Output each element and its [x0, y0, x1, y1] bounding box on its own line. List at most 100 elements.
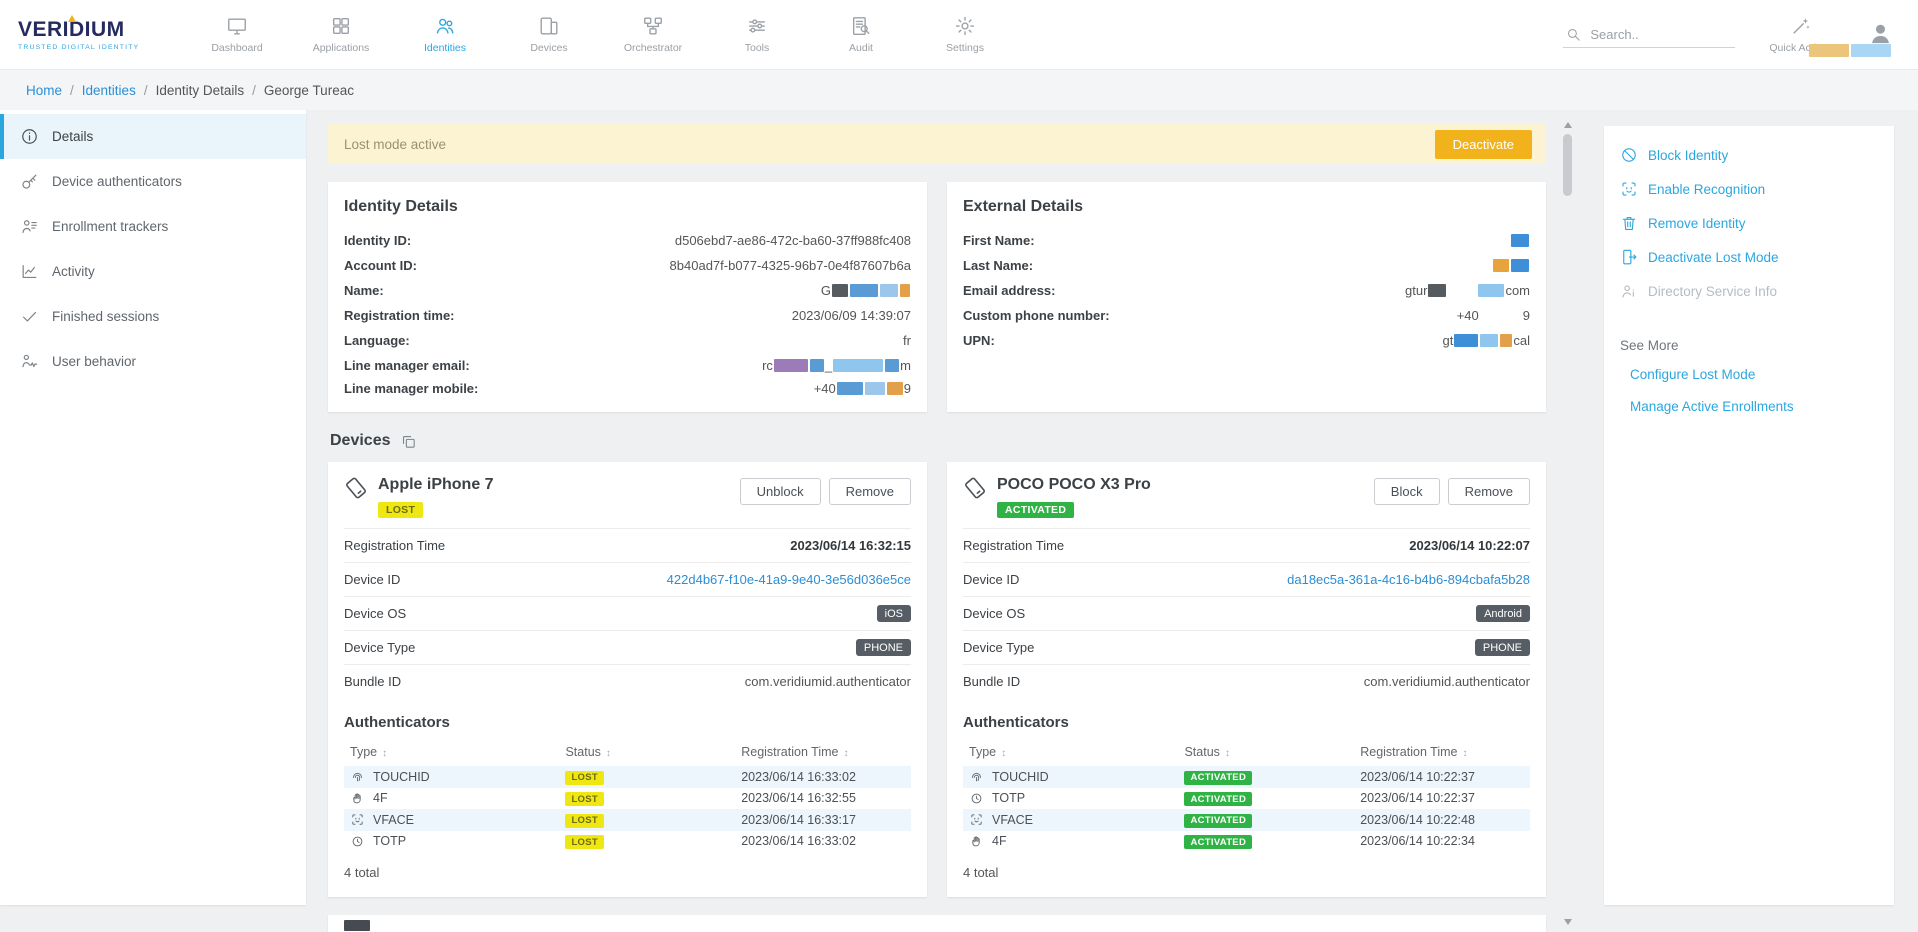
- field-row: Identity ID:d506ebd7-ae86-472c-ba60-37ff…: [328, 228, 927, 253]
- scrollbar-thumb[interactable]: [1563, 134, 1572, 196]
- devices-icon: [538, 15, 560, 37]
- nav-item-devices[interactable]: Devices: [518, 15, 580, 54]
- authenticator-row: TOUCHID LOST 2023/06/14 16:33:02: [344, 766, 911, 788]
- redacted-user-info: [1808, 44, 1892, 57]
- action-block-identity[interactable]: Block Identity: [1620, 138, 1878, 172]
- sidebar-item-label: Device authenticators: [52, 174, 182, 189]
- directory-icon: [1620, 282, 1638, 300]
- field-row: Line manager email:rc_m: [328, 353, 927, 378]
- authenticator-row: VFACE LOST 2023/06/14 16:33:17: [344, 809, 911, 831]
- device-field-row: Device TypePHONE: [344, 630, 911, 664]
- nav-item-settings[interactable]: Settings: [934, 15, 996, 54]
- account-id-value: 8b40ad7f-b077-4325-96b7-0e4f87607b6a: [670, 258, 911, 273]
- field-row: UPN:gtcal: [947, 328, 1546, 353]
- nav-label: Applications: [313, 42, 370, 54]
- remove-device-button[interactable]: Remove: [1448, 478, 1530, 505]
- external-details-card: External Details First Name: Last Name: …: [947, 182, 1546, 412]
- action-label: Directory Service Info: [1648, 284, 1777, 299]
- main-scrollbar[interactable]: [1562, 122, 1574, 925]
- column-header-type[interactable]: Type: [344, 741, 559, 766]
- sidebar-item-enrollment-trackers[interactable]: Enrollment trackers: [0, 204, 306, 249]
- manage-active-enrollments-link[interactable]: Manage Active Enrollments: [1630, 399, 1878, 414]
- sidebar-item-finished-sessions[interactable]: Finished sessions: [0, 294, 306, 339]
- sort-icon: [377, 745, 387, 759]
- enrollment-icon: [20, 217, 39, 236]
- veridium-logo[interactable]: VERIDIUM TRUSTED DIGITAL IDENTITY: [18, 18, 170, 51]
- email-address-redacted: gturcom: [1405, 283, 1530, 298]
- column-header-registration-time[interactable]: Registration Time: [1354, 741, 1530, 766]
- block-device-button[interactable]: Block: [1374, 478, 1440, 505]
- copy-icon[interactable]: [400, 433, 417, 450]
- nav-label: Tools: [745, 42, 770, 54]
- dashboard-icon: [226, 15, 248, 37]
- name-value-redacted: G: [821, 283, 911, 298]
- nav-item-audit[interactable]: Audit: [830, 15, 892, 54]
- field-row: Custom phone number:+409: [947, 303, 1546, 328]
- sidebar-item-details[interactable]: Details: [0, 114, 306, 159]
- authenticator-row: 4F LOST 2023/06/14 16:32:55: [344, 788, 911, 810]
- column-header-status[interactable]: Status: [559, 741, 735, 766]
- search-box[interactable]: [1563, 22, 1735, 48]
- custom-phone-redacted: +409: [1457, 308, 1530, 323]
- block-icon: [1620, 146, 1638, 164]
- nav-label: Orchestrator: [624, 42, 682, 54]
- device-id-link[interactable]: da18ec5a-361a-4c16-b4b6-894cbafa5b28: [1287, 572, 1530, 587]
- tools-icon: [746, 15, 768, 37]
- nav-item-identities[interactable]: Identities: [414, 15, 476, 54]
- devices-section-header: Devices: [330, 432, 1546, 450]
- action-remove-identity[interactable]: Remove Identity: [1620, 206, 1878, 240]
- unblock-device-button[interactable]: Unblock: [740, 478, 821, 505]
- breadcrumb-separator: /: [144, 83, 148, 98]
- sidebar-item-label: Activity: [52, 264, 95, 279]
- fingerprint-icon: [350, 769, 365, 784]
- authenticators-title: Authenticators: [947, 698, 1546, 741]
- column-header-registration-time[interactable]: Registration Time: [735, 741, 911, 766]
- device-field-row: Bundle IDcom.veridiumid.authenticator: [963, 664, 1530, 698]
- scroll-up-arrow[interactable]: [1564, 122, 1572, 128]
- action-enable-recognition[interactable]: Enable Recognition: [1620, 172, 1878, 206]
- device-id-link[interactable]: 422d4b67-f10e-41a9-9e40-3e56d036e5ce: [667, 572, 911, 587]
- sidebar-item-label: Enrollment trackers: [52, 219, 168, 234]
- magic-wand-icon: [1790, 15, 1812, 37]
- field-row: Last Name:: [947, 253, 1546, 278]
- breadcrumb-identities[interactable]: Identities: [82, 83, 136, 98]
- auth-status-badge: LOST: [565, 835, 604, 849]
- device-card-apple-iphone-7: Apple iPhone 7 LOST Unblock Remove Regis…: [328, 462, 927, 897]
- lost-mode-icon: [1620, 248, 1638, 266]
- device-field-row: Device IDda18ec5a-361a-4c16-b4b6-894cbaf…: [963, 562, 1530, 596]
- authenticators-table: Type Status Registration Time TOUCHID AC…: [963, 741, 1530, 852]
- configure-lost-mode-link[interactable]: Configure Lost Mode: [1630, 367, 1878, 382]
- face-scan-icon: [969, 812, 984, 827]
- nav-label: Devices: [530, 42, 567, 54]
- settings-gear-icon: [954, 15, 976, 37]
- sidebar-item-activity[interactable]: Activity: [0, 249, 306, 294]
- external-details-title: External Details: [947, 182, 1546, 228]
- authenticator-row: VFACE ACTIVATED 2023/06/14 10:22:48: [963, 809, 1530, 831]
- identity-details-card: Identity Details Identity ID:d506ebd7-ae…: [328, 182, 927, 412]
- action-deactivate-lost-mode[interactable]: Deactivate Lost Mode: [1620, 240, 1878, 274]
- sort-icon: [1220, 745, 1230, 759]
- deactivate-button[interactable]: Deactivate: [1435, 130, 1532, 159]
- lost-mode-banner: Lost mode active Deactivate: [328, 124, 1546, 164]
- check-icon: [20, 307, 39, 326]
- field-row: Email address:gturcom: [947, 278, 1546, 303]
- action-label: Block Identity: [1648, 148, 1728, 163]
- main-nav: Dashboard Applications Identities Device…: [206, 15, 996, 54]
- line-manager-mobile-redacted: +409: [814, 381, 911, 396]
- scroll-down-arrow[interactable]: [1564, 919, 1572, 925]
- top-navbar: VERIDIUM TRUSTED DIGITAL IDENTITY Dashbo…: [0, 0, 1918, 70]
- search-input[interactable]: [1590, 27, 1722, 42]
- remove-device-button[interactable]: Remove: [829, 478, 911, 505]
- bundle-id-value: com.veridiumid.authenticator: [1364, 674, 1530, 689]
- sidebar-item-user-behavior[interactable]: User behavior: [0, 339, 306, 384]
- column-header-status[interactable]: Status: [1178, 741, 1354, 766]
- sidebar-item-device-authenticators[interactable]: Device authenticators: [0, 159, 306, 204]
- nav-item-tools[interactable]: Tools: [726, 15, 788, 54]
- sidebar-item-label: Details: [52, 129, 93, 144]
- nav-item-applications[interactable]: Applications: [310, 15, 372, 54]
- column-header-type[interactable]: Type: [963, 741, 1178, 766]
- nav-item-orchestrator[interactable]: Orchestrator: [622, 15, 684, 54]
- device-os-badge: Android: [1476, 605, 1530, 622]
- breadcrumb-home[interactable]: Home: [26, 83, 62, 98]
- nav-item-dashboard[interactable]: Dashboard: [206, 15, 268, 54]
